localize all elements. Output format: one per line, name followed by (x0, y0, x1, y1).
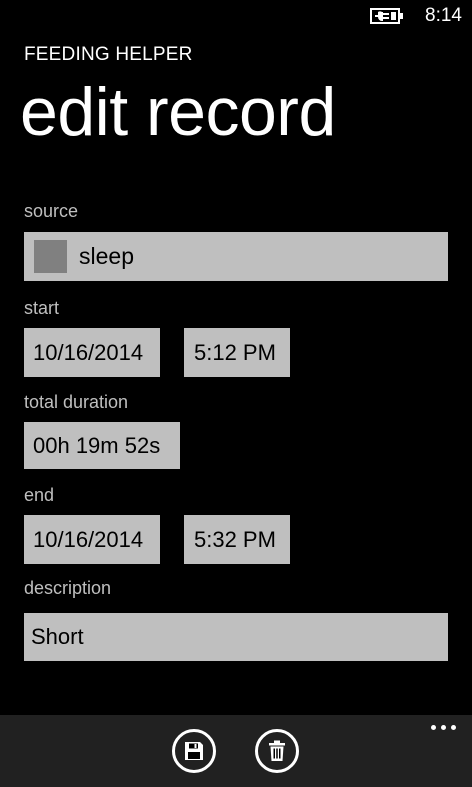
save-button[interactable] (172, 729, 216, 773)
source-color-swatch (34, 240, 67, 273)
start-time-picker[interactable]: 5:12 PM (184, 328, 290, 377)
delete-button[interactable] (255, 729, 299, 773)
status-bar: 8:14 (0, 0, 472, 32)
total-duration-picker[interactable]: 00h 19m 52s (24, 422, 180, 469)
status-clock: 8:14 (425, 5, 462, 26)
start-date-picker[interactable]: 10/16/2014 (24, 328, 160, 377)
page-title: edit record (20, 74, 336, 150)
end-time-picker[interactable]: 5:32 PM (184, 515, 290, 564)
ellipsis-icon[interactable] (431, 725, 456, 730)
start-label: start (24, 298, 60, 318)
total-duration-label: total duration (24, 392, 129, 412)
source-label: source (24, 201, 79, 221)
delete-icon (269, 740, 285, 761)
source-picker[interactable]: sleep (24, 232, 448, 281)
app-title: FEEDING HELPER (24, 44, 193, 65)
save-icon (185, 742, 203, 760)
battery-charging-icon (370, 8, 403, 24)
app-bar (0, 715, 472, 787)
source-value: sleep (79, 243, 134, 269)
description-field[interactable]: Short (24, 613, 448, 661)
end-label: end (24, 485, 55, 505)
description-label: description (24, 578, 112, 598)
end-date-picker[interactable]: 10/16/2014 (24, 515, 160, 564)
